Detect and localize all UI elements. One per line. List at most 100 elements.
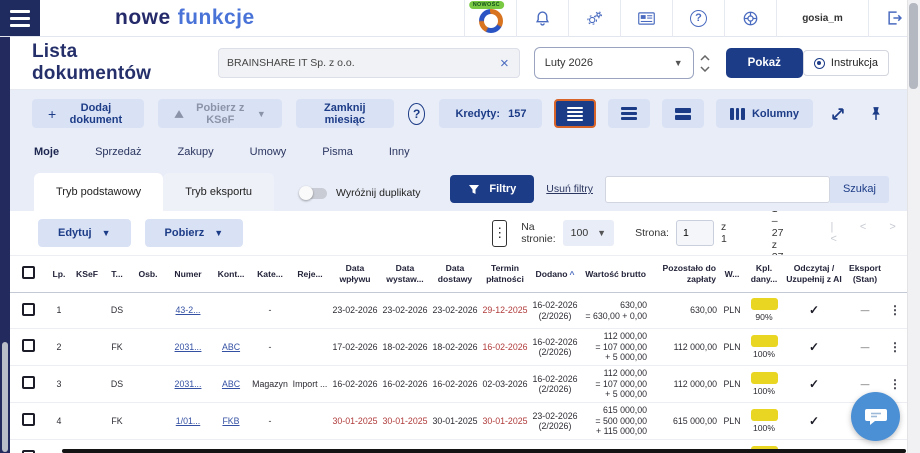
search-button[interactable]: Szukaj: [830, 176, 889, 203]
company-search-input[interactable]: [227, 57, 498, 69]
row-menu-kebab[interactable]: ⋮: [886, 376, 904, 392]
support-button[interactable]: [724, 0, 776, 36]
columns-button[interactable]: Kolumny: [716, 99, 813, 128]
prev-page-button[interactable]: <: [860, 221, 865, 245]
column-header-data-wystawienia[interactable]: Data wystaw...: [380, 261, 430, 286]
first-page-button[interactable]: |<: [830, 221, 835, 245]
column-header-kontrahent[interactable]: Kont...: [212, 267, 250, 282]
column-header-waluta[interactable]: W...: [720, 267, 744, 282]
sort-asc-icon: ^: [569, 269, 574, 279]
column-header-kpl[interactable]: Kpl. dany...: [744, 261, 784, 286]
tab-moje[interactable]: Moje: [34, 146, 59, 158]
close-month-button[interactable]: Zamknij miesiąc: [296, 99, 394, 128]
column-header-wartosc-brutto[interactable]: Wartość brutto: [580, 267, 650, 282]
vertical-scrollbar-thumb[interactable]: [909, 3, 918, 89]
document-number-link[interactable]: 1/01...: [176, 416, 200, 426]
list-options-kebab-button[interactable]: ⋮: [492, 220, 507, 247]
credits-button[interactable]: Kredyty: 157: [439, 99, 542, 128]
column-header-kategoria[interactable]: Kate...: [250, 267, 290, 282]
cell-kategoria: -: [250, 304, 290, 316]
filter-search-input[interactable]: [605, 176, 830, 203]
notifications-button[interactable]: [516, 0, 568, 36]
tab-export-mode[interactable]: Tryb eksportu: [163, 173, 274, 211]
document-number-link[interactable]: 43-2...: [176, 305, 201, 315]
instruction-button[interactable]: Instrukcja: [803, 50, 889, 76]
select-all-checkbox[interactable]: [22, 266, 35, 279]
month-select[interactable]: Luty 2026 ▼: [534, 47, 694, 79]
settings-button[interactable]: [568, 0, 620, 36]
contractor-link[interactable]: ABC: [222, 342, 240, 352]
cell-osb: [132, 383, 164, 385]
view-density-medium-button[interactable]: [608, 99, 650, 128]
chat-widget-button[interactable]: [851, 392, 900, 441]
cell-lp: 3: [46, 378, 72, 390]
column-header-menu[interactable]: [886, 272, 904, 276]
month-down-button[interactable]: [700, 66, 710, 72]
cell-pozostalo: 630,00: [650, 304, 720, 316]
row-checkbox[interactable]: [22, 303, 35, 316]
toolbar-help-button[interactable]: ?: [408, 103, 426, 125]
column-header-numer[interactable]: Numer: [164, 267, 212, 282]
tab-zakupy[interactable]: Zakupy: [178, 146, 214, 158]
column-header-ksef[interactable]: KSeF: [72, 267, 102, 282]
tab-pisma[interactable]: Pisma: [322, 146, 353, 158]
help-button[interactable]: ?: [672, 0, 724, 36]
row-checkbox[interactable]: [22, 339, 35, 352]
view-density-large-button[interactable]: [662, 99, 704, 128]
contractor-link[interactable]: ABC: [222, 379, 240, 389]
column-header-dodano[interactable]: Dodano^: [530, 267, 580, 282]
fullscreen-button[interactable]: [825, 101, 851, 127]
column-header-data-dostawy[interactable]: Data dostawy: [430, 261, 480, 286]
page-number-input[interactable]: [676, 220, 714, 246]
action-row: Edytuj ▼ Pobierz ▼ ⋮ Na stronie: 100 ▼ S…: [10, 211, 907, 255]
ksef-download-button[interactable]: Pobierz z KSeF ▼: [158, 99, 282, 128]
cell-data-wystawienia: 23-02-2026: [380, 304, 430, 316]
row-checkbox[interactable]: [22, 413, 35, 426]
add-document-button[interactable]: + Dodaj dokument: [32, 99, 144, 128]
duplicates-toggle[interactable]: [300, 188, 327, 199]
horizontal-scrollbar-thumb[interactable]: [62, 449, 906, 453]
view-density-compact-button[interactable]: [554, 99, 596, 128]
tab-inny[interactable]: Inny: [389, 146, 410, 158]
left-scrollbar-thumb[interactable]: [2, 342, 8, 452]
column-header-termin-platnosci[interactable]: Termin płatności: [480, 261, 530, 286]
tab-umowy[interactable]: Umowy: [250, 146, 287, 158]
column-header-lp[interactable]: Lp.: [46, 267, 72, 282]
month-stepper: [700, 55, 710, 72]
filters-button[interactable]: Filtry: [450, 175, 534, 203]
column-header-pozostalo[interactable]: Pozostało do zapłaty: [650, 261, 720, 286]
tab-sprzedaz[interactable]: Sprzedaż: [95, 146, 141, 158]
clear-filters-link[interactable]: Usuń filtry: [546, 183, 593, 195]
pin-button[interactable]: [863, 101, 889, 127]
column-header-data-wplywu[interactable]: Data wpływu: [330, 261, 380, 286]
column-header-rejestr[interactable]: Reje...: [290, 267, 330, 282]
username-button[interactable]: gosia_m: [776, 0, 868, 36]
show-button[interactable]: Pokaż: [726, 48, 803, 78]
month-up-button[interactable]: [700, 55, 710, 61]
nowosc-badge: NOWOŚĆ: [469, 1, 504, 9]
news-button[interactable]: [620, 0, 672, 36]
document-number-link[interactable]: 2031...: [175, 379, 202, 389]
document-number-link[interactable]: 2031...: [175, 342, 202, 352]
edit-button[interactable]: Edytuj ▼: [38, 219, 131, 247]
cell-eksport: —: [844, 341, 886, 353]
next-page-button[interactable]: >: [889, 221, 894, 245]
per-page-select[interactable]: 100 ▼: [563, 220, 614, 246]
clear-search-icon[interactable]: ×: [498, 56, 511, 71]
column-header-eksport[interactable]: Eksport (Stan): [844, 261, 886, 286]
cell-kontrahent: [212, 310, 250, 312]
row-menu-kebab[interactable]: ⋮: [886, 339, 904, 355]
contractor-link[interactable]: FKB: [222, 416, 239, 426]
column-header-ai[interactable]: Odczytaj / Uzupełnij z AI: [784, 261, 844, 286]
hamburger-menu-icon[interactable]: [0, 0, 40, 36]
collapsed-sidebar[interactable]: [0, 37, 10, 453]
row-menu-kebab[interactable]: ⋮: [886, 302, 904, 318]
column-header-typ[interactable]: T...: [102, 267, 132, 282]
row-checkbox[interactable]: [22, 376, 35, 389]
tab-basic-mode[interactable]: Tryb podstawowy: [34, 173, 163, 211]
download-button[interactable]: Pobierz ▼: [145, 219, 244, 247]
promo-ring-button[interactable]: NOWOŚĆ: [464, 0, 516, 36]
column-header-osb[interactable]: Osb.: [132, 267, 164, 282]
cell-typ: DS: [102, 304, 132, 316]
vertical-scrollbar[interactable]: [907, 0, 920, 453]
